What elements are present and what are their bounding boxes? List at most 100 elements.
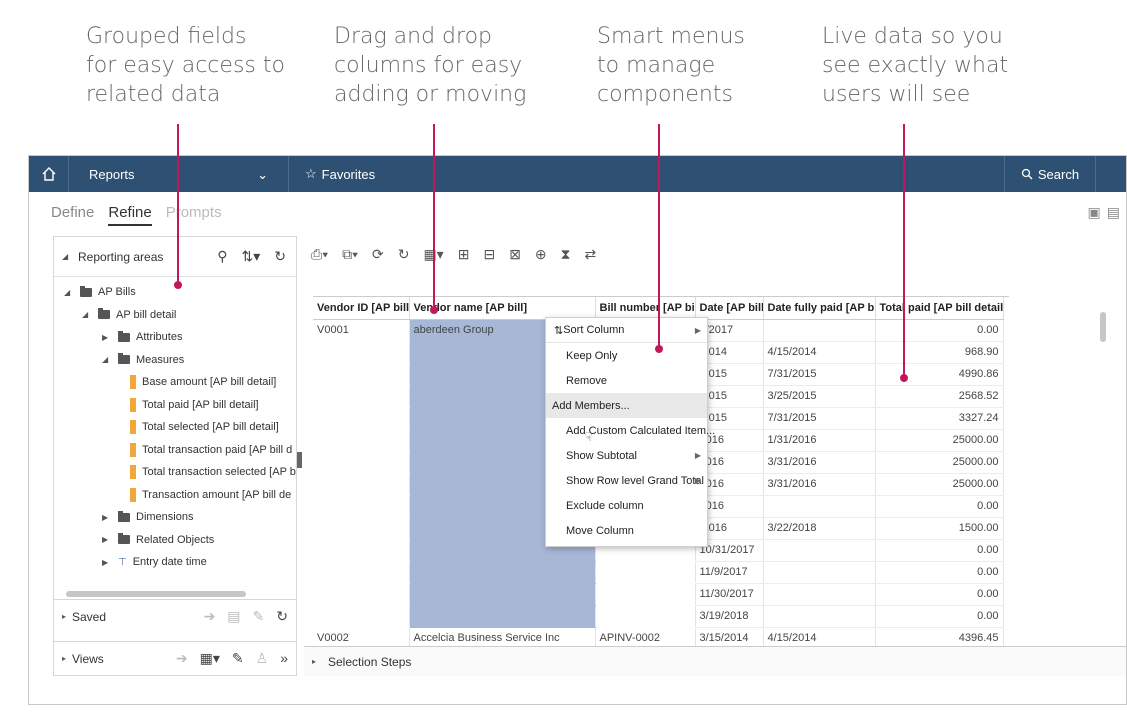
- table-cell[interactable]: [313, 605, 410, 628]
- swap-icon[interactable]: ⇄: [584, 246, 596, 263]
- table-cell[interactable]: 1/31/2016: [763, 429, 876, 452]
- table-cell[interactable]: [313, 363, 410, 386]
- copy-icon[interactable]: ▤: [227, 608, 240, 625]
- table-cell[interactable]: 7/31/2015: [763, 407, 876, 430]
- export-icon[interactable]: ⧉▾: [342, 246, 358, 263]
- context-menu-item[interactable]: Exclude column: [546, 493, 707, 518]
- table-cell[interactable]: 3/25/2015: [763, 385, 876, 408]
- sort-icon[interactable]: ⇅▾: [242, 248, 261, 265]
- view-menu-icon[interactable]: ▦▾: [200, 650, 220, 667]
- insert-column-icon[interactable]: ⊞: [458, 246, 470, 263]
- table-cell[interactable]: 11/30/2017: [695, 583, 764, 606]
- home-button[interactable]: [29, 156, 69, 192]
- table-cell[interactable]: [595, 561, 696, 584]
- table-cell[interactable]: 1500.00: [875, 517, 1004, 540]
- table-cell[interactable]: 3327.24: [875, 407, 1004, 430]
- search-icon[interactable]: ⚲: [217, 248, 227, 265]
- table-cell[interactable]: [313, 385, 410, 408]
- table-cell[interactable]: 0.00: [875, 319, 1004, 342]
- context-menu-item[interactable]: Remove: [546, 368, 707, 393]
- table-cell[interactable]: 25000.00: [875, 451, 1004, 474]
- context-menu-item[interactable]: Keep Only: [546, 343, 707, 368]
- search-button[interactable]: Search: [1004, 156, 1096, 192]
- tree-item[interactable]: Total selected [AP bill detail]: [130, 416, 279, 438]
- run-icon[interactable]: ⟳: [372, 246, 384, 263]
- refresh-icon[interactable]: ↻: [276, 608, 288, 625]
- double-chevron-icon[interactable]: »: [280, 650, 288, 667]
- context-menu-item[interactable]: Show Subtotal ▶: [546, 443, 707, 468]
- refresh-icon[interactable]: ↻: [398, 246, 410, 263]
- saved-section[interactable]: ▸ Saved ➔ ▤ ✎ ↻: [54, 599, 296, 633]
- tree-item[interactable]: ◢ AP Bills: [64, 281, 136, 303]
- table-cell[interactable]: 4990.86: [875, 363, 1004, 386]
- insert-row-icon[interactable]: ⊟: [483, 246, 495, 263]
- tree-item[interactable]: ▶ Dimensions: [102, 506, 193, 528]
- tree-item[interactable]: Total transaction selected [AP b: [130, 461, 296, 483]
- table-cell[interactable]: 25000.00: [875, 473, 1004, 496]
- horizontal-scrollbar[interactable]: [58, 590, 288, 598]
- column-header[interactable]: Total paid [AP bill detail]: [875, 297, 1004, 320]
- table-cell[interactable]: [313, 341, 410, 364]
- table-cell[interactable]: 7/31/2015: [763, 363, 876, 386]
- print-icon[interactable]: ⎙▾: [311, 246, 328, 263]
- table-cell[interactable]: [313, 429, 410, 452]
- table-cell[interactable]: 968.90: [875, 341, 1004, 364]
- table-cell[interactable]: V0002: [313, 627, 410, 646]
- context-menu-item[interactable]: ⇅ Sort Column ▶: [546, 318, 707, 343]
- table-cell[interactable]: [409, 583, 596, 606]
- selection-steps-bar[interactable]: ▸ Selection Steps: [304, 646, 1126, 676]
- table-cell[interactable]: [595, 605, 696, 628]
- table-cell[interactable]: [763, 605, 876, 628]
- zoom-icon[interactable]: ⊕: [535, 246, 547, 263]
- collapsed-triangle-icon[interactable]: ▶: [102, 558, 112, 567]
- tree-item[interactable]: ◢ AP bill detail: [82, 304, 176, 326]
- table-cell[interactable]: 3/15/2014: [695, 627, 764, 646]
- tree-item[interactable]: ▶ Related Objects: [102, 529, 214, 551]
- table-cell[interactable]: 0.00: [875, 539, 1004, 562]
- table-cell[interactable]: 4/15/2014: [763, 341, 876, 364]
- arrow-right-icon[interactable]: ➔: [204, 608, 216, 625]
- table-cell[interactable]: [313, 473, 410, 496]
- views-section[interactable]: ▸ Views ➔ ▦▾ ✎ ♙ »: [54, 641, 296, 675]
- edit-icon[interactable]: ✎: [232, 650, 244, 667]
- vertical-scrollbar[interactable]: [1099, 296, 1107, 641]
- context-menu-item[interactable]: Add Custom Calculated Item...: [546, 418, 715, 443]
- table-cell[interactable]: 2568.52: [875, 385, 1004, 408]
- tree-item[interactable]: Total paid [AP bill detail]: [130, 394, 259, 416]
- table-cell[interactable]: 3/31/2016: [763, 473, 876, 496]
- tree-item[interactable]: ◢ Measures: [102, 349, 184, 371]
- reporting-areas-header[interactable]: ◢ Reporting areas ⚲ ⇅▾ ↻: [54, 237, 296, 277]
- tab-define[interactable]: Define: [51, 204, 94, 226]
- table-cell[interactable]: 3/19/2018: [695, 605, 764, 628]
- table-cell[interactable]: V0001: [313, 319, 410, 342]
- table-cell[interactable]: [409, 605, 596, 628]
- expanded-triangle-icon[interactable]: ◢: [82, 310, 92, 319]
- column-header[interactable]: Date fully paid [AP bill]: [763, 297, 876, 320]
- tab-refine[interactable]: Refine: [108, 204, 152, 226]
- expanded-triangle-icon[interactable]: ◢: [64, 288, 74, 297]
- table-cell[interactable]: 4396.45: [875, 627, 1004, 646]
- favorites-button[interactable]: ☆ Favorites: [305, 156, 375, 192]
- table-cell[interactable]: [763, 561, 876, 584]
- column-header[interactable]: Bill number [AP bill]: [595, 297, 696, 320]
- collapsed-triangle-icon[interactable]: ▶: [102, 513, 112, 522]
- panel-collapse-handle[interactable]: [297, 452, 302, 468]
- table-cell[interactable]: 3/22/2018: [763, 517, 876, 540]
- table-cell[interactable]: [313, 539, 410, 562]
- collapsed-triangle-icon[interactable]: ▶: [102, 333, 112, 342]
- table-cell[interactable]: [763, 583, 876, 606]
- table-cell[interactable]: 0.00: [875, 605, 1004, 628]
- person-icon[interactable]: ♙: [256, 650, 269, 667]
- table-cell[interactable]: [313, 407, 410, 430]
- table-cell[interactable]: Accelcia Business Service Inc: [409, 627, 596, 646]
- table-cell[interactable]: APINV-0002: [595, 627, 696, 646]
- table-cell[interactable]: [313, 561, 410, 584]
- table-cell[interactable]: [313, 451, 410, 474]
- context-menu-item[interactable]: Add Members...: [546, 393, 707, 418]
- expanded-triangle-icon[interactable]: ◢: [102, 355, 112, 364]
- column-header[interactable]: Date [AP bill]: [695, 297, 764, 320]
- table-cell[interactable]: 0.00: [875, 495, 1004, 518]
- tab-prompts[interactable]: Prompts: [166, 204, 222, 226]
- table-cell[interactable]: [313, 517, 410, 540]
- table-cell[interactable]: [763, 319, 876, 342]
